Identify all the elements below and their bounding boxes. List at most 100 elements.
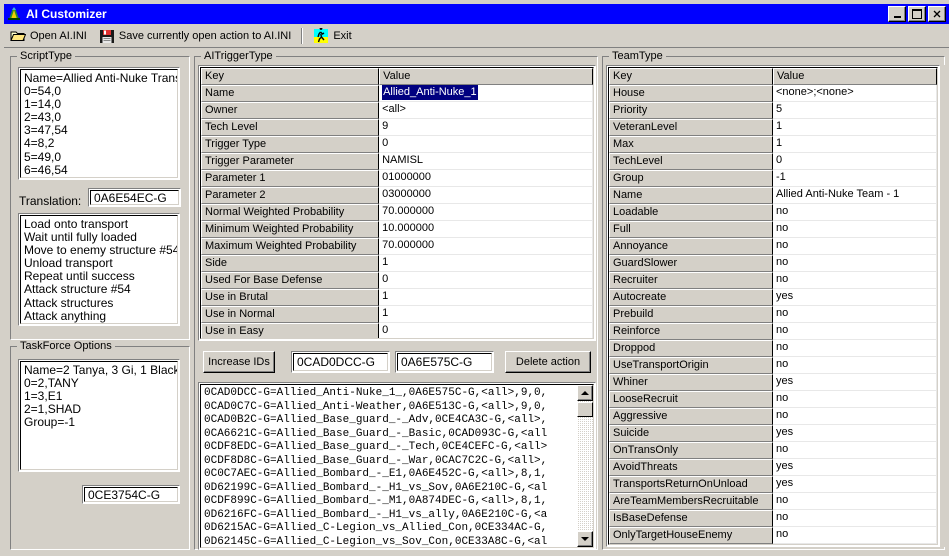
row-value[interactable]: 10.000000 [379, 221, 593, 238]
table-row[interactable]: Use in Brutal 1 [201, 289, 593, 306]
column-header-value[interactable]: Value [379, 68, 593, 85]
row-value[interactable]: 0 [379, 136, 593, 153]
row-value[interactable]: yes [773, 289, 937, 306]
row-value[interactable]: no [773, 204, 937, 221]
list-item[interactable]: Group=-1 [24, 416, 174, 429]
row-value[interactable]: yes [773, 459, 937, 476]
list-item[interactable]: Attack anything [24, 309, 174, 323]
row-value[interactable]: Allied Anti-Nuke Team - 1 [773, 187, 937, 204]
row-value[interactable]: yes [773, 425, 937, 442]
table-row[interactable]: Autocreate yes [609, 289, 937, 306]
row-value[interactable]: 0 [773, 153, 937, 170]
table-row[interactable]: TechLevel 0 [609, 153, 937, 170]
aitrigger-id-field-1[interactable]: 0CAD0DCC-G [291, 351, 390, 373]
table-row[interactable]: OnTransOnly no [609, 442, 937, 459]
minimize-button[interactable] [888, 6, 906, 22]
translated-lines-listbox[interactable]: Load onto transport Wait until fully loa… [18, 213, 180, 326]
row-value[interactable]: no [773, 323, 937, 340]
table-row[interactable]: Tech Level 9 [201, 119, 593, 136]
row-value[interactable]: no [773, 272, 937, 289]
column-header-key[interactable]: Key [201, 68, 380, 85]
column-header-key[interactable]: Key [609, 68, 773, 85]
row-value[interactable]: no [773, 340, 937, 357]
table-row[interactable]: Whiner yes [609, 374, 937, 391]
row-value[interactable]: 9 [379, 119, 593, 136]
table-row[interactable]: Side 1 [201, 255, 593, 272]
row-value[interactable]: no [773, 221, 937, 238]
row-value[interactable]: 1 [379, 289, 593, 306]
row-value[interactable]: yes [773, 476, 937, 493]
scroll-thumb[interactable] [577, 402, 593, 417]
row-value[interactable]: no [773, 408, 937, 425]
row-value[interactable]: 1 [379, 255, 593, 272]
list-item[interactable]: Attack structure #54 [24, 283, 174, 296]
table-row[interactable]: Minimum Weighted Probability 10.000000 [201, 221, 593, 238]
translation-id-field[interactable]: 0A6E54EC-G [88, 188, 181, 207]
aitrigger-grid[interactable]: Key Value Name Allied_Anti-Nuke_1 Owner <all>… [198, 65, 596, 341]
table-row[interactable]: Max 1 [609, 136, 937, 153]
open-aiini-button[interactable]: Open AI.INI [4, 26, 93, 46]
row-value[interactable]: NAMISL [379, 153, 593, 170]
table-row[interactable]: LooseRecruit no [609, 391, 937, 408]
table-row[interactable]: Use in Easy 0 [201, 323, 593, 338]
row-value[interactable]: no [773, 493, 937, 510]
row-value[interactable]: <none>;<none> [773, 85, 937, 102]
table-row[interactable]: TransportsReturnOnUnload yes [609, 476, 937, 493]
list-item[interactable]: 0CA6621C-G=Allied_Base_Guard_-_Basic,0CA… [204, 428, 590, 442]
scroll-up-button[interactable] [577, 385, 593, 401]
table-row[interactable]: VeteranLevel 1 [609, 119, 937, 136]
row-value[interactable]: no [773, 306, 937, 323]
row-value[interactable]: no [773, 442, 937, 459]
table-row[interactable]: Droppod no [609, 340, 937, 357]
table-row[interactable]: Full no [609, 221, 937, 238]
table-row[interactable]: Loadable no [609, 204, 937, 221]
list-item[interactable]: 0CDF899C-G=Allied_Bombard_-_M1,0A874DEC-… [204, 495, 590, 509]
table-row[interactable]: Name Allied Anti-Nuke Team - 1 [609, 187, 937, 204]
list-item[interactable]: 0CAD0DCC-G=Allied_Anti-Nuke_1_,0A6E575C-… [204, 387, 590, 401]
row-value[interactable]: -1 [773, 170, 937, 187]
row-value[interactable]: 0 [379, 272, 593, 289]
row-value[interactable]: no [773, 238, 937, 255]
row-value[interactable]: 70.000000 [379, 238, 593, 255]
list-item[interactable]: 0D6215AC-G=Allied_C-Legion_vs_Allied_Con… [204, 522, 590, 536]
list-item[interactable]: 0D6216FC-G=Allied_Bombard_-_H1_vs_ally,0… [204, 509, 590, 523]
row-value[interactable]: 1 [773, 119, 937, 136]
table-row[interactable]: Suicide yes [609, 425, 937, 442]
list-item[interactable]: Attack structures [24, 296, 174, 310]
table-row[interactable]: House <none>;<none> [609, 85, 937, 102]
close-button[interactable] [928, 6, 946, 22]
row-value[interactable]: 5 [773, 102, 937, 119]
row-value[interactable]: 0 [379, 323, 593, 338]
table-row[interactable]: UseTransportOrigin no [609, 357, 937, 374]
list-item[interactable]: 4=8,2 [24, 137, 174, 150]
table-row[interactable]: Parameter 2 03000000 [201, 187, 593, 204]
list-item[interactable]: 0CDF8D8C-G=Allied_Base_Guard_-_War,0CAC7… [204, 455, 590, 469]
table-row[interactable]: Normal Weighted Probability 70.000000 [201, 204, 593, 221]
table-row[interactable]: Used For Base Defense 0 [201, 272, 593, 289]
row-value[interactable]: Allied_Anti-Nuke_1 [379, 85, 593, 102]
list-item[interactable]: 0D62145C-G=Allied_C-Legion_vs_Sov_Con,0C… [204, 536, 590, 548]
scroll-down-button[interactable] [577, 531, 593, 547]
list-item[interactable]: 0D62199C-G=Allied_Bombard_-_H1_vs_Sov,0A… [204, 482, 590, 496]
table-row[interactable]: Prebuild no [609, 306, 937, 323]
row-value[interactable]: no [773, 357, 937, 374]
table-row[interactable]: Recruiter no [609, 272, 937, 289]
increase-ids-button[interactable]: Increase IDs [203, 351, 275, 373]
list-item[interactable]: 0C0C7AEC-G=Allied_Bombard_-_E1,0A6E452C-… [204, 468, 590, 482]
table-row[interactable]: Name Allied_Anti-Nuke_1 [201, 85, 593, 102]
teamtype-grid[interactable]: Key Value House <none>;<none> Priority 5 Veter… [606, 65, 940, 547]
row-value[interactable]: 03000000 [379, 187, 593, 204]
table-row[interactable]: GuardSlower no [609, 255, 937, 272]
save-action-button[interactable]: Save currently open action to AI.INI [93, 26, 297, 46]
table-row[interactable]: OnlyTargetHouseEnemy no [609, 527, 937, 544]
table-row[interactable]: AvoidThreats yes [609, 459, 937, 476]
table-row[interactable]: AreTeamMembersRecruitable no [609, 493, 937, 510]
table-row[interactable]: Maximum Weighted Probability 70.000000 [201, 238, 593, 255]
teamtype-scrollbar[interactable] [941, 65, 945, 547]
list-item[interactable]: 0CAD0B2C-G=Allied_Base_guard_-_Adv,0CE4C… [204, 414, 590, 428]
table-row[interactable]: Trigger Parameter NAMISL [201, 153, 593, 170]
row-value[interactable]: yes [773, 374, 937, 391]
table-row[interactable]: Reinforce no [609, 323, 937, 340]
row-value[interactable]: 1 [379, 306, 593, 323]
table-row[interactable]: Trigger Type 0 [201, 136, 593, 153]
